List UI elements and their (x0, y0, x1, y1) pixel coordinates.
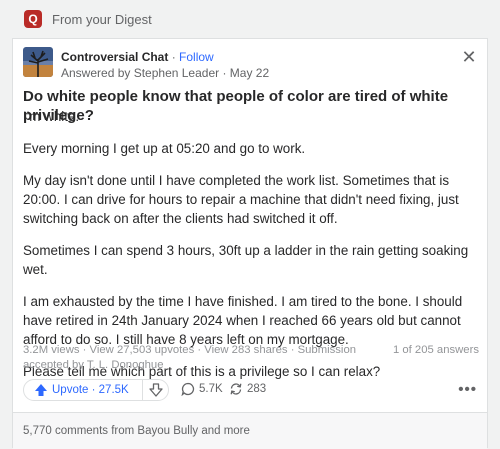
comments-footer-label: 5,770 comments from Bayou Bully and more (23, 425, 250, 437)
answer-card: Controversial Chat · Follow Answered by … (12, 38, 488, 449)
share-count: 283 (247, 383, 267, 395)
upvote-label: Upvote · 27.5K (52, 384, 129, 396)
upvote-button[interactable]: Upvote · 27.5K (24, 380, 142, 400)
follow-button[interactable]: Follow (179, 50, 214, 64)
vote-group: Upvote · 27.5K (23, 379, 169, 401)
answer-count[interactable]: 1 of 205 answers (393, 343, 479, 358)
comment-button[interactable]: 5.7K (181, 382, 223, 396)
close-icon[interactable]: ✕ (461, 48, 477, 66)
comment-count: 5.7K (199, 383, 223, 395)
answer-stats: 3.2M views · View 27,503 upvotes · View … (23, 343, 479, 373)
downvote-button[interactable] (143, 380, 168, 400)
space-avatar[interactable] (23, 47, 53, 77)
space-name[interactable]: Controversial Chat (61, 50, 168, 64)
views-upvotes-shares[interactable]: 3.2M views · View 27,503 upvotes · View … (23, 343, 379, 373)
action-bar: Upvote · 27.5K 5.7K 283 ••• (23, 379, 479, 403)
answer-paragraph: My day isn't done until I have completed… (23, 173, 459, 226)
share-icon (230, 383, 242, 395)
downvote-arrow-icon (148, 383, 163, 397)
answer-paragraph: Every morning I get up at 05:20 and go t… (23, 141, 306, 156)
share-button[interactable]: 283 (229, 382, 266, 396)
answer-paragraph: I'm white. (23, 109, 80, 124)
answer-paragraph: I am exhausted by the time I have finish… (23, 294, 463, 347)
more-icon[interactable]: ••• (458, 381, 477, 398)
post-header: Controversial Chat · Follow Answered by … (23, 47, 479, 83)
upvote-arrow-icon (35, 384, 47, 396)
quora-logo-icon[interactable]: Q (24, 10, 42, 28)
answered-by: Answered by Stephen Leader · May 22 (61, 66, 270, 80)
digest-label: From your Digest (52, 11, 152, 27)
comments-footer[interactable]: 5,770 comments from Bayou Bully and more (13, 413, 487, 449)
comment-icon (181, 382, 195, 396)
answer-paragraph: Sometimes I can spend 3 hours, 30ft up a… (23, 243, 469, 277)
digest-header: Q From your Digest (0, 0, 500, 38)
name-separator: · (171, 50, 176, 64)
space-name-row: Controversial Chat · Follow (61, 50, 214, 64)
